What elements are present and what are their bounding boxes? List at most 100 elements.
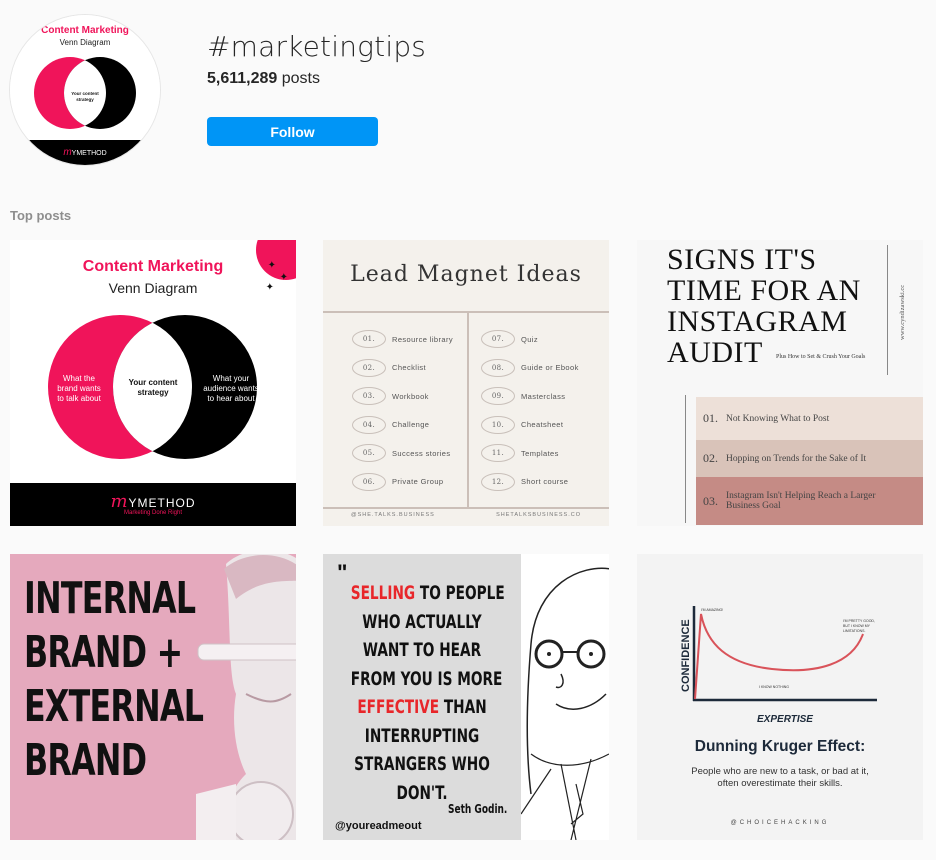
lead-magnet-item: 11. Templates (481, 444, 559, 462)
sign-number: 02. (703, 451, 718, 465)
item-label: Private Group (392, 477, 444, 486)
hashtag-avatar: Content Marketing Venn Diagram Your cont… (10, 15, 160, 165)
follow-button[interactable]: Follow (207, 117, 378, 146)
post-handle: @CHOICEHACKING (730, 820, 830, 826)
item-label: Challenge (392, 420, 430, 429)
audit-sign-row: 02. Hopping on Trends for the Sake of It (696, 440, 923, 477)
divider (467, 312, 469, 508)
end-label: I'M PRETTY GOOD, BUT I KNOW MY LIMITATIO… (843, 619, 876, 633)
lead-magnet-item: 07. Quiz (481, 330, 538, 348)
lead-magnet-item: 03. Workbook (352, 387, 429, 405)
top-posts-heading: Top posts (10, 208, 72, 223)
quote-author: Seth Godin. (448, 802, 508, 816)
post-tile-dunning-kruger[interactable]: I'M AMAZING! I KNOW NOTHING I'M PRETTY G… (637, 554, 923, 840)
lead-magnet-item: 02. Checklist (352, 358, 427, 377)
avatar-title: Content Marketing (41, 25, 129, 36)
logo-tagline: Marketing Done Right (123, 510, 183, 516)
sign-label: Hopping on Trends for the Sake of It (726, 453, 867, 464)
post-count-number: 5,611,289 (207, 70, 278, 87)
item-label: Quiz (521, 334, 539, 344)
audit-sign-row: 01. Not Knowing What to Post (696, 397, 923, 440)
quote-segment: THAN (439, 696, 487, 718)
item-label: Masterclass (521, 391, 566, 401)
hashtag-title: #marketingtips (207, 30, 427, 63)
post-title: SIGNS IT'S TIME FOR AN INSTAGRAM AUDIT (667, 243, 861, 369)
quote-segment: FROM YOU IS MORE (350, 667, 503, 690)
quote-line: WANT TO HEAR (351, 636, 494, 665)
post-tile-lead-magnet-ideas[interactable]: Lead Magnet Ideas 01. Resource library 02.… (323, 240, 609, 526)
audit-sign-row: 03. Instagram Isn't Helping Reach a Large… (696, 477, 923, 525)
item-number: 11. (481, 444, 515, 462)
venn-center-label: Your content strategy (128, 378, 178, 397)
item-label: Checklist (392, 363, 427, 372)
quote-line: WHO ACTUALLY (351, 608, 494, 637)
quote-line: INTERRUPTING (351, 722, 494, 751)
highlighted-word: EFFECTIVE (357, 696, 440, 718)
item-label: Cheatsheet (521, 420, 564, 429)
post-subtitle: Plus How to Set & Crush Your Goals (776, 354, 866, 360)
lead-magnet-item: 09. Masterclass (481, 387, 565, 405)
quote-segment: STRANGERS WHO (354, 753, 490, 775)
quote-segment: WANT TO HEAR (362, 639, 482, 661)
lead-magnet-item: 08. Guide or Ebook (481, 358, 579, 377)
item-label: Short course (521, 477, 569, 486)
post-tile-content-marketing-venn[interactable]: ✦ ✦ ✦ Content Marketing Venn Diagram Wha… (10, 240, 296, 526)
venn-right-label: What your audience wants to hear about (203, 374, 259, 403)
post-tile-instagram-audit[interactable]: SIGNS IT'S TIME FOR AN INSTAGRAM AUDIT P… (637, 240, 923, 526)
quote-line: FROM YOU IS MORE (351, 665, 503, 694)
post-count: 5,611,289 posts (207, 70, 320, 88)
quote-handle: @youreadmeout (335, 820, 422, 832)
item-number: 05. (352, 444, 386, 462)
sign-label: Instagram Isn't Helping Reach a Larger B… (726, 491, 876, 511)
dunning-kruger-chart: I'M AMAZING! I KNOW NOTHING I'M PRETTY G… (680, 606, 877, 725)
divider (685, 395, 686, 523)
quote-line: SELLING TO PEOPLE (350, 579, 505, 608)
website-url: www.cyndizawski.cc (899, 284, 906, 340)
highlighted-word: SELLING (350, 582, 416, 604)
quote-line: STRANGERS WHO (351, 750, 494, 779)
venn-avatar-image: Content Marketing Venn Diagram Your cont… (10, 15, 160, 165)
post-tile-internal-external-brand[interactable]: INTERNAL BRAND + EXTERNAL BRAND (10, 554, 296, 840)
divider (323, 311, 609, 313)
item-number: 12. (481, 472, 515, 491)
y-axis-label: CONFIDENCE (680, 619, 692, 692)
item-number: 10. (481, 415, 515, 434)
mymethod-footer: mYMETHOD Marketing Done Right (10, 483, 296, 526)
sign-number: 03. (703, 493, 718, 508)
item-label: Guide or Ebook (521, 363, 579, 372)
item-label: Resource library (392, 334, 454, 344)
quote-segment: DON'T. (396, 781, 448, 804)
sign-number: 01. (703, 411, 718, 425)
item-number: 09. (481, 387, 515, 405)
footer-handle: @SHE.TALKS.BUSINESS (351, 512, 435, 518)
post-title: Lead Magnet Ideas (350, 262, 582, 287)
sign-label: Not Knowing What to Post (726, 413, 830, 424)
item-label: Success stories (392, 448, 451, 458)
item-number: 06. (352, 472, 386, 491)
peak-label: I'M AMAZING! (701, 608, 723, 612)
x-axis-label: EXPERTISE (757, 714, 813, 725)
quote-segment: TO PEOPLE (415, 582, 505, 604)
item-number: 01. (352, 330, 386, 348)
post-tile-seth-godin-quote[interactable]: " SELLING TO PEOPLE WHO ACTUALLY WANT TO H… (323, 554, 609, 840)
item-number: 04. (352, 415, 386, 434)
lead-magnet-item: 10. Cheatsheet (481, 415, 564, 434)
post-title: Dunning Kruger Effect: (694, 738, 866, 755)
lead-magnet-item: 06. Private Group (352, 472, 444, 491)
lead-magnet-item: 05. Success stories (352, 444, 451, 462)
item-number: 08. (481, 358, 515, 377)
lead-magnet-item: 04. Challenge (352, 415, 430, 434)
divider (887, 245, 888, 375)
svg-text:strategy: strategy (76, 97, 94, 102)
quote-text: SELLING TO PEOPLE WHO ACTUALLY WANT TO HEA… (350, 579, 505, 807)
item-label: Workbook (392, 391, 429, 401)
mymethod-logo: mYMETHOD (110, 491, 196, 512)
svg-text:Your content: Your content (71, 91, 99, 96)
lead-magnet-item: 01. Resource library (352, 330, 453, 348)
item-label: Templates (521, 448, 559, 458)
post-description: People who are new to a task, or bad at … (691, 766, 869, 789)
portrait-sketch-image (521, 567, 609, 840)
post-headline: INTERNAL BRAND + EXTERNAL BRAND (24, 573, 204, 786)
quote-segment: WHO ACTUALLY (362, 610, 482, 633)
post-count-suffix: posts (277, 70, 320, 87)
